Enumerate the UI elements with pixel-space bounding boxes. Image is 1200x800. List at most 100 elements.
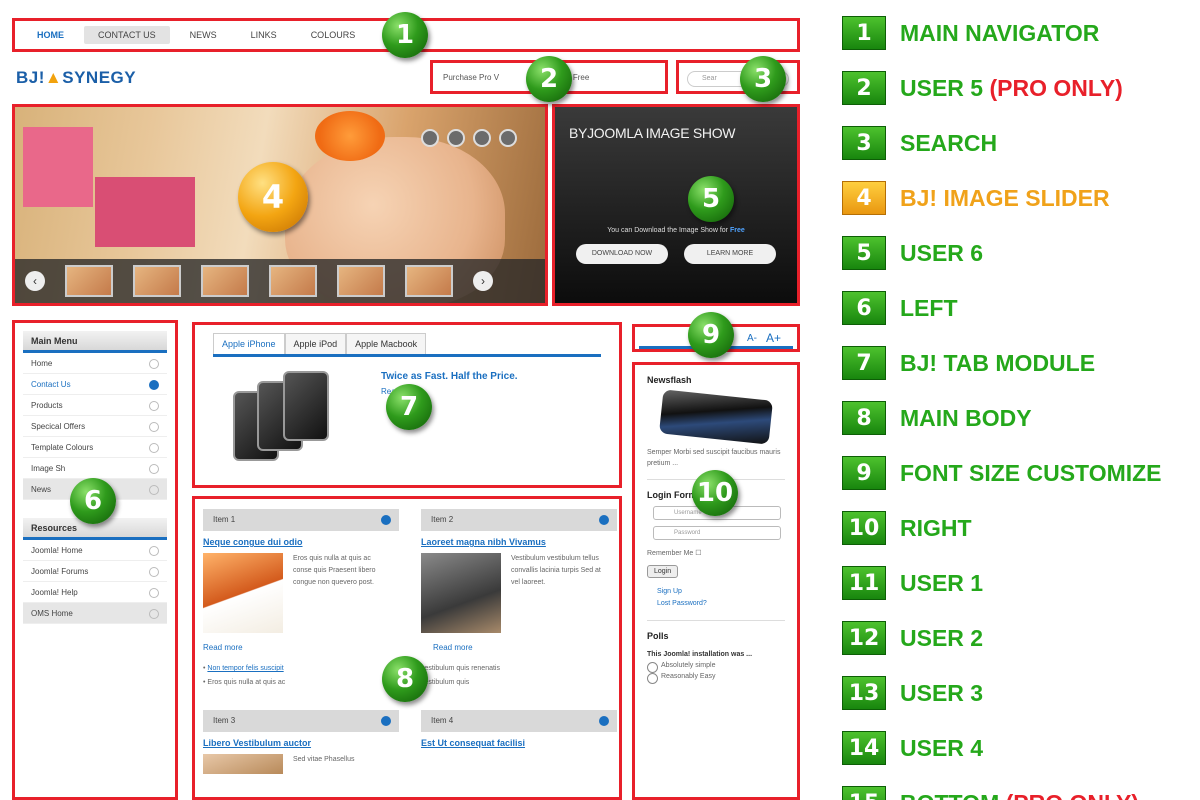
legend-label-text: BOTTOM	[900, 790, 999, 800]
thumbnail[interactable]	[133, 265, 181, 297]
bullet-item: • Eros quis nulla at quis ac	[203, 679, 286, 686]
resource-oms-home[interactable]: OMS Home	[23, 603, 167, 624]
slide-dot[interactable]	[447, 129, 465, 147]
imageshow-download-label: You can Download the Image Show for	[607, 227, 728, 234]
thumbnail[interactable]	[269, 265, 317, 297]
imageshow-free-link[interactable]: Free	[730, 227, 745, 234]
item-header: Item 3	[203, 710, 399, 732]
marker-5: 5	[688, 176, 734, 222]
pro-only-tag: (PRO ONLY)	[1006, 790, 1139, 800]
remember-me-checkbox[interactable]: ☐	[695, 550, 701, 557]
item-text: Eros quis nulla at quis ac conse quis Pr…	[293, 555, 376, 586]
legend-label: MAIN BODY	[900, 405, 1032, 432]
legend-number: 5	[842, 236, 886, 270]
font-decrease-icon[interactable]: A-	[747, 333, 757, 344]
prev-arrow-icon[interactable]: ‹	[25, 271, 45, 291]
menu-item-home[interactable]: Home	[23, 353, 167, 374]
lost-password-link[interactable]: Lost Password?	[657, 598, 785, 610]
poll-question: This Joomla! installation was ...	[647, 651, 753, 658]
menu-item-image-show[interactable]: Image Sh	[23, 458, 167, 479]
item-text: Vestibulum vestibulum tellus convallis l…	[511, 555, 601, 586]
item-title[interactable]: Neque congue dui odio	[203, 537, 399, 547]
legend-label: USER 2	[900, 625, 983, 652]
read-more-link[interactable]: Read more	[421, 643, 617, 652]
tab-content-title[interactable]: Twice as Fast. Half the Price.	[381, 371, 601, 382]
slide-dot[interactable]	[421, 129, 439, 147]
legend-row: 7 BJ! TAB MODULE	[842, 346, 1095, 380]
menu-item-contact[interactable]: Contact Us	[23, 374, 167, 395]
learn-more-button[interactable]: LEARN MORE	[684, 244, 776, 264]
imageshow-buttons: DOWNLOAD NOW LEARN MORE	[569, 244, 783, 264]
item-content: Eros quis nulla at quis ac conse quis Pr…	[203, 553, 399, 633]
legend-row: 3 SEARCH	[842, 126, 997, 160]
menu-item-special-offers[interactable]: Specical Offers	[23, 416, 167, 437]
legend-label: BJ! TAB MODULE	[900, 350, 1095, 377]
password-field[interactable]: Password	[653, 526, 781, 540]
legend-row: 2 USER 5 (PRO ONLY)	[842, 71, 1123, 105]
item-title[interactable]: Libero Vestibulum auctor	[203, 738, 399, 748]
resource-joomla-home[interactable]: Joomla! Home	[23, 540, 167, 561]
menu-item-products[interactable]: Products	[23, 395, 167, 416]
slide-controls	[421, 129, 517, 147]
bullet-text: Eros quis nulla at quis ac	[207, 679, 286, 686]
thumbnail[interactable]	[337, 265, 385, 297]
thumbnail[interactable]	[65, 265, 113, 297]
legend-label: USER 5 (PRO ONLY)	[900, 75, 1123, 102]
login-button[interactable]: Login	[647, 565, 679, 578]
legend-number: 8	[842, 401, 886, 435]
sign-up-link[interactable]: Sign Up	[657, 586, 785, 598]
read-more-link[interactable]: Read more	[203, 643, 399, 652]
marker-7: 7	[386, 384, 432, 430]
next-arrow-icon[interactable]: ›	[473, 271, 493, 291]
legend-number: 13	[842, 676, 886, 710]
legend-label-text: USER 4	[900, 734, 984, 761]
site-logo[interactable]: BJ!▲SYNEGY	[16, 68, 136, 88]
poll-option[interactable]: Absolutely simple	[647, 662, 785, 673]
slide-flower-image	[315, 111, 385, 161]
logo-mark-icon: ▲	[44, 68, 63, 87]
main-body-column-2: Item 2 Laoreet magna nibh Vivamus Vestib…	[421, 509, 617, 748]
nav-home[interactable]: HOME	[23, 26, 78, 44]
legend-label-text: USER 3	[900, 679, 984, 706]
legend-label-text: LEFT	[900, 294, 958, 321]
item-title[interactable]: Est Ut consequat facilisi	[421, 738, 617, 748]
user6-image-show: BYJOOMLA IMAGE SHOW You can Download the…	[552, 104, 800, 306]
poll-option[interactable]: Reasonably Easy	[647, 673, 785, 684]
legend-label: RIGHT	[900, 515, 972, 542]
item-header: Item 4	[421, 710, 617, 732]
marker-10: 10	[692, 470, 738, 516]
menu-item-template-colours[interactable]: Template Colours	[23, 437, 167, 458]
remember-me-label: Remember Me	[647, 550, 694, 557]
imageshow-text	[569, 151, 783, 211]
font-increase-icon[interactable]: A+	[766, 331, 781, 345]
slide-dot[interactable]	[499, 129, 517, 147]
legend-label: BOTTOM (PRO ONLY)	[900, 790, 1139, 800]
item-header: Item 1	[203, 509, 399, 531]
tab-apple-macbook[interactable]: Apple Macbook	[346, 333, 427, 354]
item-bullets: vestibulum quis renenatis vestibulum qui…	[421, 662, 617, 690]
resource-joomla-forums[interactable]: Joomla! Forums	[23, 561, 167, 582]
legend-row: 6 LEFT	[842, 291, 958, 325]
legend-label: USER 4	[900, 735, 983, 762]
nav-links[interactable]: LINKS	[237, 26, 291, 44]
legend-label-text: MAIN BODY	[900, 404, 1032, 431]
tab-apple-iphone[interactable]: Apple iPhone	[213, 333, 285, 354]
main-menu-title: Main Menu	[23, 331, 167, 353]
purchase-pro-link[interactable]: Purchase Pro V	[443, 73, 499, 82]
item-title[interactable]: Laoreet magna nibh Vivamus	[421, 537, 617, 547]
nav-news[interactable]: NEWS	[176, 26, 231, 44]
resource-joomla-help[interactable]: Joomla! Help	[23, 582, 167, 603]
marker-8: 8	[382, 656, 428, 702]
legend-label-text: SEARCH	[900, 129, 998, 156]
thumbnail[interactable]	[405, 265, 453, 297]
slide-dot[interactable]	[473, 129, 491, 147]
thumbnail[interactable]	[201, 265, 249, 297]
bullet-link[interactable]: Non tempor felis suscipit	[207, 665, 283, 672]
download-now-button[interactable]: DOWNLOAD NOW	[576, 244, 668, 264]
tab-apple-ipod[interactable]: Apple iPod	[284, 333, 347, 354]
nav-contact-us[interactable]: CONTACT US	[84, 26, 170, 44]
nav-colours[interactable]: COLOURS	[297, 26, 370, 44]
legend-label-text: USER 2	[900, 624, 984, 651]
